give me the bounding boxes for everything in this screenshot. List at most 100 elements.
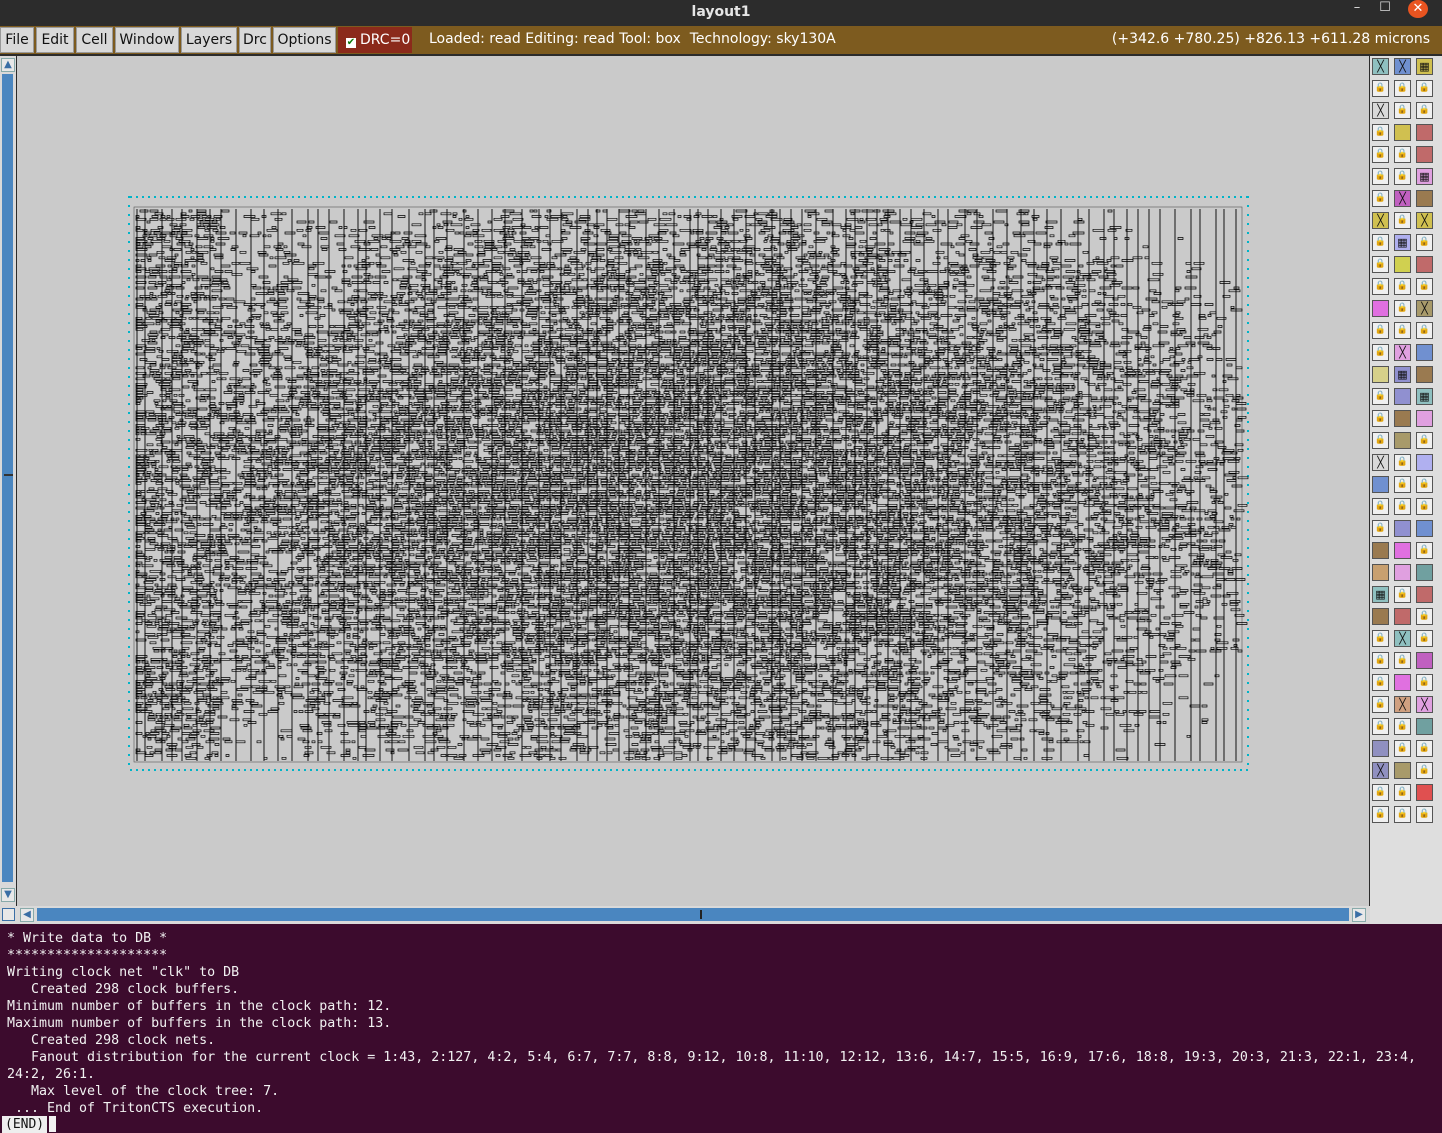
lock-icon[interactable]: 🔒 (1372, 234, 1389, 251)
lock-icon[interactable]: 🔒 (1372, 696, 1389, 713)
layer-swatch[interactable] (1416, 256, 1433, 273)
vertical-scrollbar[interactable]: ▲ ▼ (0, 56, 16, 906)
lock-icon[interactable]: 🔒 (1416, 806, 1433, 823)
menu-options[interactable]: Options (273, 27, 336, 53)
layer-swatch[interactable] (1416, 146, 1433, 163)
lock-icon[interactable]: 🔒 (1372, 806, 1389, 823)
minimize-icon[interactable]: – (1346, 0, 1368, 18)
lock-icon[interactable]: 🔒 (1416, 608, 1433, 625)
layer-swatch[interactable] (1372, 300, 1389, 317)
layer-swatch[interactable] (1416, 410, 1433, 427)
layer-swatch[interactable]: ▦ (1394, 234, 1411, 251)
lock-icon[interactable]: 🔒 (1416, 542, 1433, 559)
layer-swatch[interactable]: ▦ (1394, 366, 1411, 383)
lock-icon[interactable]: 🔒 (1416, 630, 1433, 647)
layer-swatch[interactable]: ╳ (1394, 190, 1411, 207)
lock-icon[interactable]: 🔒 (1394, 652, 1411, 669)
lock-icon[interactable]: 🔒 (1372, 652, 1389, 669)
layer-swatch[interactable]: ╳ (1372, 454, 1389, 471)
lock-icon[interactable]: 🔒 (1394, 806, 1411, 823)
layer-swatch[interactable] (1394, 256, 1411, 273)
lock-icon[interactable]: 🔒 (1416, 762, 1433, 779)
layer-swatch[interactable] (1416, 718, 1433, 735)
scroll-left-icon[interactable]: ◀ (20, 908, 34, 922)
menu-cell[interactable]: Cell (76, 27, 113, 53)
layer-swatch[interactable] (1372, 542, 1389, 559)
vertical-scroll-track[interactable] (2, 74, 13, 882)
horizontal-scroll-thumb[interactable] (700, 910, 702, 919)
layer-swatch[interactable]: ╳ (1416, 212, 1433, 229)
lock-icon[interactable]: 🔒 (1416, 498, 1433, 515)
layer-swatch[interactable] (1416, 586, 1433, 603)
scroll-up-icon[interactable]: ▲ (1, 58, 15, 72)
lock-icon[interactable]: 🔒 (1372, 344, 1389, 361)
layer-swatch[interactable] (1394, 432, 1411, 449)
layer-swatch[interactable] (1394, 520, 1411, 537)
layer-swatch[interactable]: ╳ (1372, 102, 1389, 119)
lock-icon[interactable]: 🔒 (1394, 740, 1411, 757)
lock-icon[interactable]: 🔒 (1372, 146, 1389, 163)
layer-swatch[interactable] (1372, 476, 1389, 493)
scroll-right-icon[interactable]: ▶ (1352, 908, 1366, 922)
layer-swatch[interactable] (1416, 454, 1433, 471)
scroll-down-icon[interactable]: ▼ (1, 888, 15, 902)
lock-icon[interactable]: 🔒 (1394, 322, 1411, 339)
layer-swatch[interactable]: ▦ (1416, 168, 1433, 185)
menu-drc[interactable]: Drc (239, 27, 271, 53)
lock-icon[interactable]: 🔒 (1416, 234, 1433, 251)
lock-icon[interactable]: 🔒 (1372, 630, 1389, 647)
lock-icon[interactable]: 🔒 (1416, 102, 1433, 119)
zoom-box-icon[interactable] (2, 908, 15, 921)
lock-icon[interactable]: 🔒 (1372, 718, 1389, 735)
layer-swatch[interactable] (1394, 124, 1411, 141)
layer-swatch[interactable]: ╳ (1394, 630, 1411, 647)
lock-icon[interactable]: 🔒 (1394, 718, 1411, 735)
layer-swatch[interactable] (1416, 344, 1433, 361)
layer-swatch[interactable]: ╳ (1394, 696, 1411, 713)
lock-icon[interactable]: 🔒 (1394, 454, 1411, 471)
lock-icon[interactable]: 🔒 (1372, 784, 1389, 801)
layer-swatch[interactable] (1394, 388, 1411, 405)
layer-swatch[interactable] (1372, 564, 1389, 581)
layer-swatch[interactable]: ▦ (1372, 586, 1389, 603)
layer-swatch[interactable] (1416, 124, 1433, 141)
lock-icon[interactable]: 🔒 (1372, 498, 1389, 515)
maximize-icon[interactable]: ☐ (1374, 0, 1396, 18)
layer-swatch[interactable] (1372, 366, 1389, 383)
lock-icon[interactable]: 🔒 (1394, 586, 1411, 603)
vertical-scroll-thumb[interactable] (4, 474, 13, 476)
drc-toggle[interactable]: ✔ DRC=0 (338, 27, 412, 53)
layer-swatch[interactable] (1416, 784, 1433, 801)
horizontal-scroll-track[interactable] (37, 908, 1349, 921)
lock-icon[interactable]: 🔒 (1416, 80, 1433, 97)
layer-swatch[interactable] (1416, 190, 1433, 207)
layer-swatch[interactable] (1394, 608, 1411, 625)
lock-icon[interactable]: 🔒 (1416, 322, 1433, 339)
layer-swatch[interactable]: ╳ (1416, 300, 1433, 317)
layer-swatch[interactable] (1372, 740, 1389, 757)
layer-swatch[interactable]: ╳ (1372, 212, 1389, 229)
lock-icon[interactable]: 🔒 (1416, 278, 1433, 295)
layer-swatch[interactable] (1416, 564, 1433, 581)
lock-icon[interactable]: 🔒 (1416, 432, 1433, 449)
lock-icon[interactable]: 🔒 (1394, 476, 1411, 493)
lock-icon[interactable]: 🔒 (1372, 168, 1389, 185)
lock-icon[interactable]: 🔒 (1416, 740, 1433, 757)
lock-icon[interactable]: 🔒 (1416, 476, 1433, 493)
layer-swatch[interactable] (1416, 366, 1433, 383)
lock-icon[interactable]: 🔒 (1372, 388, 1389, 405)
lock-icon[interactable]: 🔒 (1416, 674, 1433, 691)
layer-swatch[interactable]: ╳ (1372, 58, 1389, 75)
lock-icon[interactable]: 🔒 (1394, 102, 1411, 119)
checkbox-icon[interactable]: ✔ (346, 38, 356, 48)
lock-icon[interactable]: 🔒 (1394, 80, 1411, 97)
lock-icon[interactable]: 🔒 (1372, 520, 1389, 537)
terminal-output[interactable]: * Write data to DB * *******************… (0, 924, 1442, 1133)
layer-swatch[interactable] (1394, 564, 1411, 581)
lock-icon[interactable]: 🔒 (1372, 322, 1389, 339)
menu-layers[interactable]: Layers (181, 27, 237, 53)
menu-edit[interactable]: Edit (36, 27, 74, 53)
layer-swatch[interactable]: ▦ (1416, 58, 1433, 75)
layer-swatch[interactable]: ╳ (1394, 58, 1411, 75)
lock-icon[interactable]: 🔒 (1394, 278, 1411, 295)
